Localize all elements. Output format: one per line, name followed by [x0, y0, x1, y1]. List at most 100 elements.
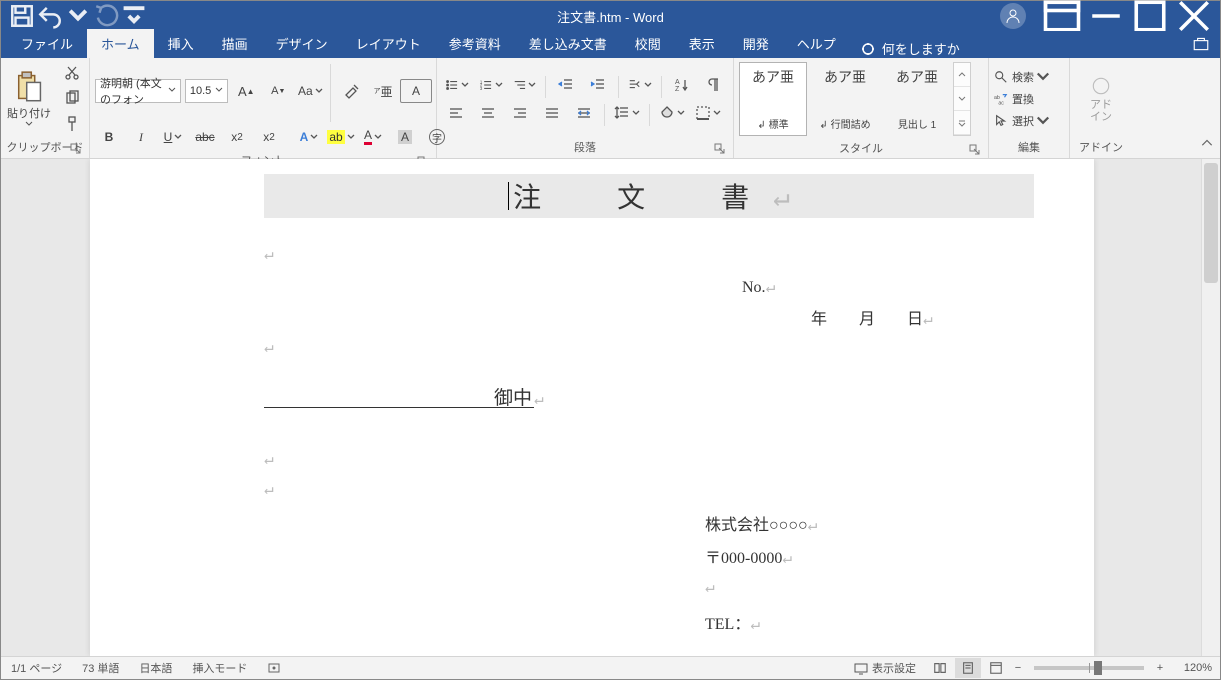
- zoom-out-button[interactable]: −: [1010, 660, 1026, 676]
- change-case-button[interactable]: Aa: [295, 79, 325, 103]
- justify-button[interactable]: [537, 101, 567, 125]
- font-size-combo[interactable]: 10.5: [185, 79, 228, 103]
- status-words[interactable]: 73 単語: [72, 660, 129, 676]
- underline-button[interactable]: U: [158, 125, 188, 149]
- numbering-button[interactable]: 123: [475, 73, 507, 97]
- shading-button[interactable]: [655, 101, 689, 125]
- zoom-percent[interactable]: 120%: [1168, 662, 1220, 674]
- show-marks-button[interactable]: [699, 73, 729, 97]
- vertical-scrollbar[interactable]: [1201, 159, 1220, 656]
- clipboard-launcher[interactable]: [70, 143, 82, 155]
- styles-gallery-scroll[interactable]: [953, 62, 971, 136]
- increase-indent-button[interactable]: [583, 73, 613, 97]
- minimize-button[interactable]: [1084, 1, 1128, 31]
- style-nospacing[interactable]: あア亜 ↲ 行間詰め: [811, 62, 879, 136]
- tab-view[interactable]: 表示: [675, 29, 729, 58]
- format-painter-button[interactable]: [59, 114, 85, 134]
- zoom-knob[interactable]: [1094, 661, 1102, 675]
- status-mode[interactable]: 挿入モード: [182, 660, 257, 676]
- share-button[interactable]: [1192, 35, 1210, 56]
- tab-review[interactable]: 校閲: [621, 29, 675, 58]
- line-spacing-button[interactable]: [610, 101, 644, 125]
- superscript-button[interactable]: x2: [254, 125, 284, 149]
- bold-button[interactable]: B: [94, 125, 124, 149]
- paragraph-launcher[interactable]: [714, 143, 726, 155]
- doc-title[interactable]: 注 文 書↵: [264, 174, 1034, 218]
- char-shading-button[interactable]: A: [390, 125, 420, 149]
- tab-draw[interactable]: 描画: [208, 29, 262, 58]
- select-button[interactable]: 選択: [994, 111, 1064, 131]
- bullets-button[interactable]: [441, 73, 473, 97]
- tab-design[interactable]: デザイン: [262, 29, 342, 58]
- italic-button[interactable]: I: [126, 125, 156, 149]
- status-lang[interactable]: 日本語: [129, 660, 182, 676]
- font-name-combo[interactable]: 游明朝 (本文のフォン: [95, 79, 181, 103]
- account-avatar[interactable]: [1000, 3, 1026, 29]
- addin-button[interactable]: アド イン: [1073, 60, 1129, 137]
- highlight-button[interactable]: ab: [326, 125, 356, 149]
- save-button[interactable]: [9, 3, 35, 29]
- align-left-button[interactable]: [441, 101, 471, 125]
- style-normal[interactable]: あア亜 ↲ 標準: [739, 62, 807, 136]
- char-border-button[interactable]: A: [400, 79, 432, 103]
- tab-home[interactable]: ホーム: [87, 29, 154, 58]
- align-center-button[interactable]: [473, 101, 503, 125]
- group-paragraph-label: 段落: [440, 137, 730, 158]
- macro-record-icon[interactable]: [257, 660, 291, 677]
- print-layout-button[interactable]: [955, 658, 981, 678]
- borders-button[interactable]: [691, 101, 725, 125]
- distribute-button[interactable]: [569, 101, 599, 125]
- decrease-indent-button[interactable]: [551, 73, 581, 97]
- style-heading1[interactable]: あア亜 見出し 1: [883, 62, 951, 136]
- copy-button[interactable]: [59, 88, 85, 108]
- redo-button[interactable]: [93, 3, 119, 29]
- ribbon-collapse-button[interactable]: [1200, 137, 1214, 154]
- tab-file[interactable]: ファイル: [7, 29, 87, 58]
- styles-launcher[interactable]: [969, 144, 981, 156]
- qat-customize-button[interactable]: [121, 3, 147, 29]
- page[interactable]: 注 文 書↵ ↵ No.↵ 年 月 日↵ ↵ 御中↵ ↵ ↵ 株式会社○○○○↵…: [90, 159, 1094, 656]
- shrink-font-button[interactable]: A▼: [263, 79, 293, 103]
- read-mode-button[interactable]: [927, 658, 953, 678]
- sort-button[interactable]: AZ: [667, 73, 697, 97]
- web-layout-button[interactable]: [983, 658, 1009, 678]
- close-button[interactable]: [1172, 1, 1216, 31]
- quick-access-toolbar: [1, 3, 147, 29]
- strikethrough-button[interactable]: abc: [190, 125, 220, 149]
- ribbon-display-button[interactable]: [1040, 1, 1084, 31]
- tab-references[interactable]: 参考資料: [435, 29, 515, 58]
- tab-layout[interactable]: レイアウト: [342, 29, 435, 58]
- subscript-button[interactable]: x2: [222, 125, 252, 149]
- maximize-button[interactable]: [1128, 1, 1172, 31]
- paste-button[interactable]: 貼り付け: [4, 60, 54, 137]
- undo-button[interactable]: [37, 3, 63, 29]
- align-right-button[interactable]: [505, 101, 535, 125]
- group-addin-label: アドイン: [1073, 137, 1129, 158]
- svg-text:ac: ac: [998, 100, 1004, 106]
- onchu-line[interactable]: 御中↵: [264, 383, 544, 408]
- asian-layout-button[interactable]: [624, 73, 656, 97]
- grow-font-button[interactable]: A▲: [231, 79, 261, 103]
- tab-insert[interactable]: 挿入: [154, 29, 208, 58]
- multilevel-button[interactable]: [509, 73, 541, 97]
- clear-format-button[interactable]: [336, 79, 366, 103]
- tab-help[interactable]: ヘルプ: [783, 29, 850, 58]
- tab-mailings[interactable]: 差し込み文書: [515, 29, 621, 58]
- title-bar: 注文書.htm - Word: [1, 1, 1220, 31]
- font-color-button[interactable]: A: [358, 125, 388, 149]
- text-effects-button[interactable]: A: [294, 125, 324, 149]
- document-area[interactable]: 注 文 書↵ ↵ No.↵ 年 月 日↵ ↵ 御中↵ ↵ ↵ 株式会社○○○○↵…: [1, 159, 1220, 656]
- window-title: 注文書.htm - Word: [557, 7, 664, 26]
- scroll-thumb[interactable]: [1204, 163, 1218, 283]
- status-page[interactable]: 1/1 ページ: [1, 660, 72, 676]
- phonetic-guide-button[interactable]: ア亜: [368, 79, 398, 103]
- find-button[interactable]: 検索: [994, 67, 1064, 87]
- replace-button[interactable]: abac置換: [994, 89, 1064, 109]
- zoom-slider[interactable]: [1034, 666, 1144, 670]
- zoom-in-button[interactable]: +: [1152, 660, 1168, 676]
- undo-dropdown[interactable]: [65, 3, 91, 29]
- tell-me[interactable]: 何をしますか: [850, 39, 970, 58]
- tab-developer[interactable]: 開発: [729, 29, 783, 58]
- display-settings-button[interactable]: 表示設定: [844, 660, 926, 676]
- cut-button[interactable]: [59, 63, 85, 83]
